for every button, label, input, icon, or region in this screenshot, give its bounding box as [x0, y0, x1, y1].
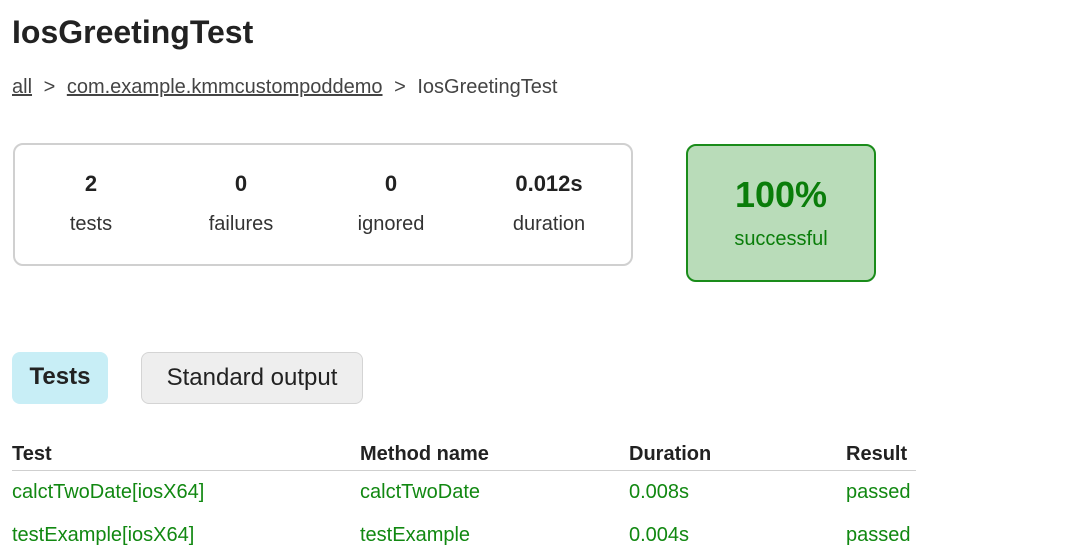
- result-cell: passed: [846, 481, 911, 503]
- breadcrumb: all > com.example.kmmcustompoddemo > Ios…: [12, 76, 557, 99]
- success-rate-box: 100% successful: [686, 144, 876, 282]
- table-row: testExample[iosX64] testExample 0.004s p…: [12, 514, 916, 557]
- breadcrumb-current: IosGreetingTest: [417, 76, 558, 98]
- failures-label: failures: [208, 213, 274, 235]
- test-name-cell[interactable]: calctTwoDate[iosX64]: [12, 471, 360, 515]
- breadcrumb-separator: >: [394, 76, 406, 98]
- duration-value: 0.012s: [515, 171, 583, 196]
- failures-count: 0: [234, 171, 248, 196]
- duration-cell: 0.004s: [629, 524, 690, 546]
- tab-standard-output[interactable]: Standard output: [141, 352, 363, 404]
- column-header-method-name: Method name: [360, 438, 629, 471]
- breadcrumb-link-package[interactable]: com.example.kmmcustompoddemo: [67, 76, 383, 98]
- duration-cell: 0.008s: [629, 481, 690, 503]
- page-title: IosGreetingTest: [12, 14, 254, 50]
- success-percent: 100%: [734, 174, 828, 215]
- breadcrumb-separator: >: [43, 76, 56, 98]
- method-name-cell: calctTwoDate: [360, 481, 481, 503]
- ignored-label: ignored: [357, 213, 425, 235]
- table-row: calctTwoDate[iosX64] calctTwoDate 0.008s…: [12, 471, 916, 515]
- test-report-page: IosGreetingTest all > com.example.kmmcus…: [0, 0, 1080, 557]
- tests-counter: 2 tests: [21, 171, 161, 236]
- test-name-cell[interactable]: testExample[iosX64]: [12, 514, 360, 557]
- success-label: successful: [734, 228, 828, 250]
- breadcrumb-link-all[interactable]: all: [12, 76, 32, 98]
- test-name[interactable]: testExample[iosX64]: [12, 524, 194, 546]
- method-name-cell: testExample: [360, 524, 471, 546]
- tab-tests[interactable]: Tests: [12, 352, 108, 404]
- column-header-result: Result: [846, 438, 916, 471]
- failures-counter: 0 failures: [171, 171, 311, 236]
- tests-label: tests: [69, 213, 113, 235]
- table-header-row: Test Method name Duration Result: [12, 438, 916, 471]
- result-cell: passed: [846, 524, 911, 546]
- ignored-counter: 0 ignored: [321, 171, 461, 236]
- duration-counter: 0.012s duration: [479, 171, 619, 236]
- ignored-count: 0: [384, 171, 398, 196]
- summary-box: 2 tests 0 failures 0 ignored 0.012s dura…: [13, 143, 633, 266]
- tests-count: 2: [84, 171, 98, 196]
- duration-label: duration: [512, 213, 586, 235]
- test-name[interactable]: calctTwoDate[iosX64]: [12, 481, 204, 503]
- column-header-test: Test: [12, 438, 360, 471]
- tests-table: Test Method name Duration Result calctTw…: [12, 438, 916, 557]
- column-header-duration: Duration: [629, 438, 846, 471]
